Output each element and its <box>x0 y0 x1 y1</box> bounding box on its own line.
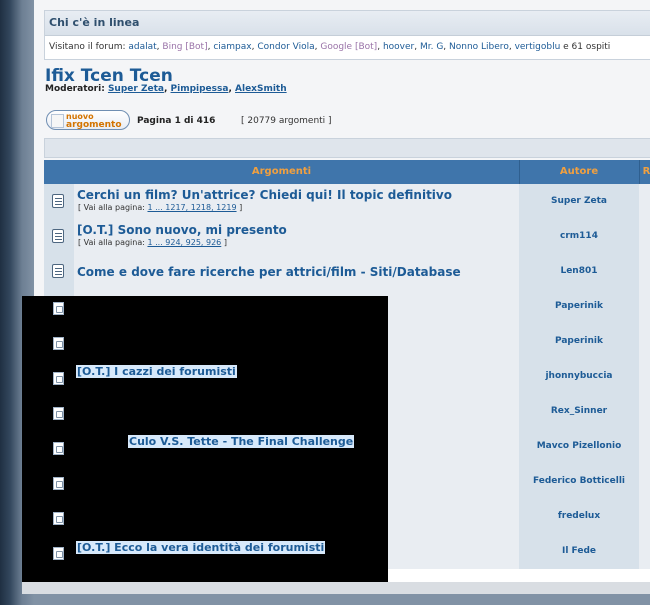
topic-author[interactable]: Paperinik <box>519 289 639 324</box>
topic-title[interactable]: Come e dove fare ricerche per attrici/fi… <box>77 265 461 279</box>
moderators-label: Moderatori: <box>45 84 105 94</box>
online-prefix: Visitano il forum: <box>49 42 129 52</box>
online-title: Chi c'è in linea <box>45 11 650 36</box>
page-info: Pagina 1 di 416 <box>137 116 216 126</box>
new-topic-button[interactable]: nuovo argomento <box>46 110 130 130</box>
topic-author[interactable]: Len801 <box>519 254 639 289</box>
topic-icon <box>53 442 64 455</box>
topic-icon <box>53 547 64 560</box>
online-user-bing-bot[interactable]: Bing [Bot] <box>162 42 207 52</box>
topic-pages: [ Vai alla pagina: 1 ... 1217, 1218, 121… <box>78 203 242 212</box>
header-topics: Argomenti <box>44 160 520 184</box>
pages-label: Vai alla pagina: <box>83 238 145 247</box>
moderator-super-zeta[interactable]: Super Zeta <box>108 84 164 94</box>
online-user-google-bot[interactable]: Google [Bot] <box>320 42 377 52</box>
forum-title: Ifix Tcen Tcen <box>45 66 173 86</box>
online-user-vertigoblu[interactable]: vertigoblu <box>515 42 561 52</box>
topic-title[interactable]: [O.T.] Sono nuovo, mi presento <box>77 223 287 237</box>
online-suffix: e 61 ospiti <box>560 42 611 52</box>
topic-icon <box>53 407 64 420</box>
header-author: Autore <box>519 160 640 184</box>
topic-icon <box>53 512 64 525</box>
pages-links[interactable]: 1 ... 1217, 1218, 1219 <box>147 203 236 212</box>
locked-topic-icon <box>52 264 64 278</box>
topic-author[interactable]: Federico Botticelli <box>519 464 639 499</box>
topic-author[interactable]: Il Fede <box>519 534 639 569</box>
footer-strip <box>22 582 650 594</box>
online-user-condor-viola[interactable]: Condor Viola <box>257 42 314 52</box>
table-row: Come e dove fare ricerche per attrici/fi… <box>44 254 650 290</box>
online-user-adalat[interactable]: adalat <box>128 42 156 52</box>
new-topic-icon <box>51 114 64 128</box>
overlay-topic-title[interactable]: Culo V.S. Tette - The Final Challenge <box>128 435 355 448</box>
topic-author[interactable]: Paperinik <box>519 324 639 359</box>
pages-links[interactable]: 1 ... 924, 925, 926 <box>147 238 221 247</box>
sticky-topic-icon <box>52 194 64 208</box>
topic-author[interactable]: crm114 <box>519 219 639 254</box>
new-topic-label: nuovo argomento <box>66 113 122 130</box>
topic-icon <box>53 337 64 350</box>
moderator-pimpipessa[interactable]: Pimpipessa <box>171 84 229 94</box>
topic-pages: [ Vai alla pagina: 1 ... 924, 925, 926 ] <box>78 238 227 247</box>
pages-label: Vai alla pagina: <box>83 203 145 212</box>
pages-bracket-close: ] <box>236 203 243 212</box>
topic-title[interactable]: Cerchi un film? Un'attrice? Chiedi qui! … <box>77 188 452 202</box>
online-user-nonno-libero[interactable]: Nonno Libero <box>449 42 509 52</box>
online-users-box: Chi c'è in linea Visitano il forum: adal… <box>44 10 650 60</box>
topic-icon <box>53 372 64 385</box>
table-top-bar <box>44 138 650 158</box>
online-list: Visitano il forum: adalat, Bing [Bot], c… <box>49 42 611 52</box>
topic-author[interactable]: jhonnybuccia <box>519 359 639 394</box>
table-header: Argomenti Autore R <box>44 160 650 184</box>
topic-author[interactable]: fredelux <box>519 499 639 534</box>
topic-author[interactable]: Super Zeta <box>519 184 639 219</box>
online-user-mr-g[interactable]: Mr. G <box>420 42 443 52</box>
overlay-topic-title[interactable]: [O.T.] I cazzi dei forumisti <box>76 365 237 378</box>
new-topic-label-line2: argomento <box>66 120 122 130</box>
topic-icon <box>53 477 64 490</box>
table-row: [O.T.] Sono nuovo, mi presento [ Vai all… <box>44 219 650 255</box>
pages-bracket-close: ] <box>221 238 227 247</box>
table-row: Cerchi un film? Un'attrice? Chiedi qui! … <box>44 184 650 220</box>
moderator-alexsmith[interactable]: AlexSmith <box>235 84 287 94</box>
overlay-topic-title[interactable]: [O.T.] Ecco la vera identità dei forumis… <box>76 541 326 554</box>
online-user-ciampax[interactable]: ciampax <box>213 42 251 52</box>
topic-author[interactable]: Rex_Sinner <box>519 394 639 429</box>
sticky-topic-icon <box>52 229 64 243</box>
topic-author[interactable]: Mavco Pizellonio <box>519 429 639 464</box>
topic-icon <box>53 302 64 315</box>
online-user-hoover[interactable]: hoover <box>383 42 414 52</box>
header-extra: R <box>639 160 650 184</box>
topic-count: [ 20779 argomenti ] <box>241 116 332 126</box>
moderators: Moderatori: Super Zeta, Pimpipessa, Alex… <box>45 84 287 94</box>
dark-overlay: [O.T.] I cazzi dei forumisti Culo V.S. T… <box>22 296 388 582</box>
